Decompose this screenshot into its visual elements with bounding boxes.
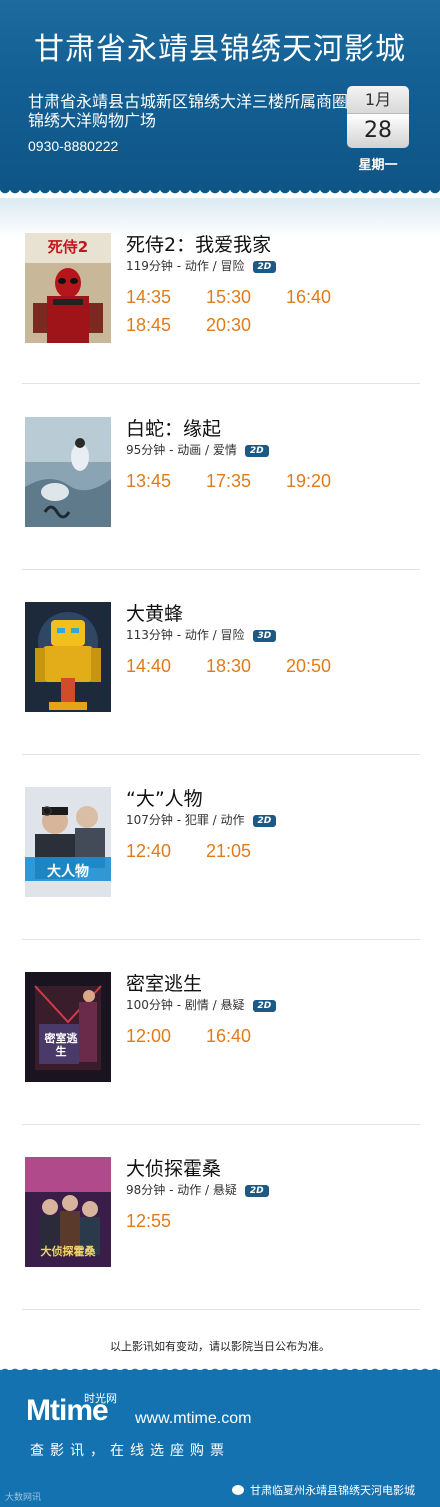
showtime[interactable]: 15:30: [206, 283, 286, 311]
movie-item[interactable]: 大侦探霍桑 大侦探霍桑 98分钟 - 动作 / 悬疑 2D 12:55: [0, 1157, 440, 1342]
movie-title[interactable]: 大黄蜂: [126, 599, 183, 626]
bumblebee-poster-image: [25, 602, 111, 712]
cinema-phone[interactable]: 0930-8880222: [28, 138, 118, 154]
calendar-weekday: 星期一: [358, 158, 398, 173]
disclaimer-notice: 以上影讯如有变动，请以影院当日公布为准。: [110, 1340, 330, 1353]
movie-duration-genre: 100分钟 - 剧情 / 悬疑: [126, 998, 245, 1012]
movie-info: 107分钟 - 犯罪 / 动作 2D: [126, 811, 277, 828]
header: 甘肃省永靖县锦绣天河影城 甘肃省永靖县古城新区锦绣大洋三楼所属商圈锦绣大洋购物广…: [0, 0, 440, 190]
showtime[interactable]: 16:40: [206, 1022, 286, 1050]
divider: [22, 383, 420, 384]
showtime[interactable]: 20:50: [286, 652, 366, 680]
website-link[interactable]: www.mtime.com: [135, 1410, 251, 1428]
showtime[interactable]: 20:30: [206, 311, 286, 339]
wechat-account: 甘肃临夏州永靖县锦绣天河电影城: [232, 1482, 415, 1498]
movie-duration-genre: 119分钟 - 动作 / 冒险: [126, 259, 245, 273]
showtimes: 12:00 16:40: [126, 1022, 426, 1050]
movie-item[interactable]: 密室逃生 密室逃生 100分钟 - 剧情 / 悬疑 2D 12:00 16:40: [0, 972, 440, 1157]
calendar-month: 1月: [347, 86, 409, 113]
showtimes: 13:45 17:35 19:20: [126, 467, 426, 495]
cinema-schedule-page: 甘肃省永靖县锦绣天河影城 甘肃省永靖县古城新区锦绣大洋三楼所属商圈锦绣大洋购物广…: [0, 0, 440, 1507]
escape-room-poster-image: [25, 972, 111, 1082]
header-scallop-edge: [0, 188, 440, 198]
showtime[interactable]: 18:30: [206, 652, 286, 680]
showtime[interactable]: 12:40: [126, 837, 206, 865]
wechat-name: 甘肃临夏州永靖县锦绣天河电影城: [250, 1484, 415, 1497]
movie-item[interactable]: 大黄蜂 113分钟 - 动作 / 冒险 3D 14:40 18:30 20:50: [0, 602, 440, 787]
movie-title[interactable]: “大”人物: [126, 784, 203, 811]
movie-title[interactable]: 大侦探霍桑: [126, 1154, 221, 1181]
calendar-day: 28: [347, 113, 409, 148]
movie-item[interactable]: 死侍2 死侍2：我爱我家 119分钟 - 动作 / 冒险 2D 14:35 15:3…: [0, 233, 440, 418]
movie-poster[interactable]: 死侍2: [25, 233, 111, 343]
showtimes: 12:40 21:05: [126, 837, 426, 865]
showtime[interactable]: 12:55: [126, 1207, 206, 1235]
poster-title-text: 密室逃生: [44, 1032, 78, 1058]
cinema-name: 甘肃省永靖县锦绣天河影城: [34, 32, 406, 67]
logo-chinese: 时光网: [84, 1392, 117, 1405]
movie-title[interactable]: 白蛇：缘起: [126, 414, 221, 441]
movie-title[interactable]: 密室逃生: [126, 969, 202, 996]
movie-duration-genre: 113分钟 - 动作 / 冒险: [126, 628, 245, 642]
divider: [22, 1124, 420, 1125]
showtime[interactable]: 19:20: [286, 467, 366, 495]
movie-info: 95分钟 - 动画 / 爱情 2D: [126, 441, 269, 458]
movie-poster[interactable]: [25, 417, 111, 527]
showtime[interactable]: 18:45: [126, 311, 206, 339]
movie-poster[interactable]: 大侦探霍桑: [25, 1157, 111, 1267]
movie-duration-genre: 95分钟 - 动画 / 爱情: [126, 443, 237, 457]
movie-poster[interactable]: 密室逃生: [25, 972, 111, 1082]
showtime[interactable]: 14:40: [126, 652, 206, 680]
movie-info: 113分钟 - 动作 / 冒险 3D: [126, 626, 277, 643]
mtime-logo[interactable]: Mtime 时光网: [26, 1392, 117, 1428]
format-badge: 2D: [244, 445, 269, 457]
cinema-address: 甘肃省永靖县古城新区锦绣大洋三楼所属商圈锦绣大洋购物广场: [28, 92, 348, 130]
movie-title[interactable]: 死侍2：我爱我家: [126, 230, 271, 257]
poster-title-text: 大人物: [47, 864, 89, 880]
showtime[interactable]: 13:45: [126, 467, 206, 495]
divider: [22, 754, 420, 755]
movie-item[interactable]: 白蛇：缘起 95分钟 - 动画 / 爱情 2D 13:45 17:35 19:20: [0, 417, 440, 602]
movie-item[interactable]: 大人物 “大”人物 107分钟 - 犯罪 / 动作 2D 12:40 21:05: [0, 787, 440, 972]
movie-poster[interactable]: [25, 602, 111, 712]
showtimes: 12:55: [126, 1207, 426, 1235]
showtime[interactable]: 16:40: [286, 283, 366, 311]
format-badge: 2D: [252, 815, 277, 827]
format-badge: 3D: [252, 630, 277, 642]
movie-info: 98分钟 - 动作 / 悬疑 2D: [126, 1181, 269, 1198]
footer: Mtime 时光网 www.mtime.com 查影讯，在线选座购票 甘肃临夏州…: [0, 1370, 440, 1507]
poster-title-text: 死侍2: [47, 238, 89, 256]
divider: [22, 939, 420, 940]
watermark: 大数网讯: [5, 1493, 42, 1503]
divider: [22, 569, 420, 570]
movie-info: 100分钟 - 剧情 / 悬疑 2D: [126, 996, 277, 1013]
showtime[interactable]: 21:05: [206, 837, 286, 865]
showtime[interactable]: 12:00: [126, 1022, 206, 1050]
showtime[interactable]: 17:35: [206, 467, 286, 495]
showtimes: 14:35 15:30 16:40 18:45 20:30: [126, 283, 426, 339]
format-badge: 2D: [252, 1000, 277, 1012]
footer-slogan: 查影讯，在线选座购票: [30, 1443, 230, 1459]
white-snake-poster-image: [25, 417, 111, 527]
format-badge: 2D: [252, 261, 277, 273]
format-badge: 2D: [244, 1185, 269, 1197]
wechat-icon: [232, 1485, 244, 1495]
movie-duration-genre: 98分钟 - 动作 / 悬疑: [126, 1183, 237, 1197]
movie-poster[interactable]: 大人物: [25, 787, 111, 897]
movie-duration-genre: 107分钟 - 犯罪 / 动作: [126, 813, 245, 827]
movie-info: 119分钟 - 动作 / 冒险 2D: [126, 257, 277, 274]
showtimes: 14:40 18:30 20:50: [126, 652, 426, 680]
divider: [22, 1309, 420, 1310]
calendar-badge: 1月 28: [347, 86, 409, 148]
poster-title-text: 大侦探霍桑: [40, 1245, 96, 1258]
showtime[interactable]: 14:35: [126, 283, 206, 311]
